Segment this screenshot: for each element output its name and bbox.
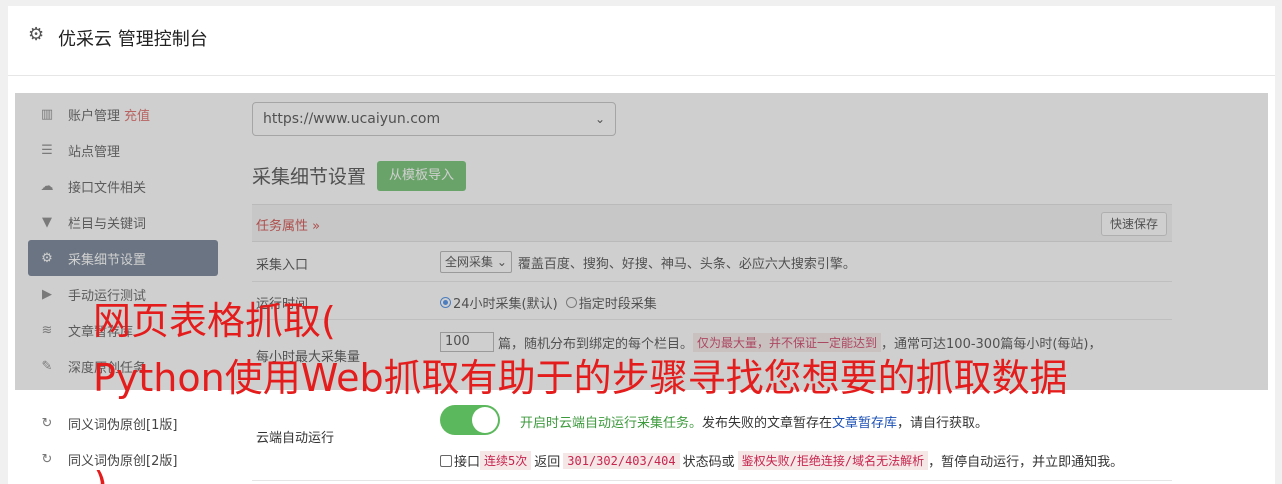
gear-icon: ⚙: [28, 24, 45, 45]
refresh-icon: ↻: [41, 415, 53, 431]
cloud-auto-run-toggle[interactable]: [440, 405, 500, 435]
sidebar-item-label: 同义词伪原创[1版]: [68, 417, 178, 433]
sidebar-item-synonym-v2[interactable]: ↻ 同义词伪原创[2版]: [28, 441, 218, 477]
article-storage-link[interactable]: 文章暂存库: [832, 416, 897, 431]
page-title: 优采云 管理控制台: [58, 29, 208, 50]
watermark-line-3: ): [93, 470, 108, 484]
refresh-icon: ↻: [41, 451, 53, 467]
pause-mid-1: 返回: [534, 455, 561, 470]
pause-hl-errors: 鉴权失败/拒绝连接/域名无法解析: [737, 451, 929, 470]
sidebar-item-synonym-v1[interactable]: ↻ 同义词伪原创[1版]: [28, 405, 218, 441]
pause-mid-2: 状态码或: [682, 455, 735, 470]
row-label: 云端自动运行: [256, 431, 335, 446]
cloud-desc: 开启时云端自动运行采集任务。发布失败的文章暂存在文章暂存库，请自行获取。: [520, 412, 988, 431]
cloud-desc-end: ，请自行获取。: [897, 416, 989, 431]
pause-end: ，暂停自动运行，并立即通知我。: [928, 455, 1124, 470]
top-header: ⚙ 优采云 管理控制台: [8, 6, 1275, 76]
sidebar-item-label: 同义词伪原创[2版]: [68, 453, 178, 469]
pause-hl-times: 连续5次: [480, 451, 532, 470]
sidebar-lower: ↻ 同义词伪原创[1版] ↻ 同义词伪原创[2版]: [28, 405, 218, 477]
modal-overlay: [15, 93, 1268, 390]
pause-checkbox[interactable]: [440, 454, 452, 467]
cloud-desc-mid: 发布失败的文章暂存在: [702, 416, 833, 431]
pause-label: 接口: [454, 455, 481, 470]
watermark-line-1: 网页表格抓取(: [93, 299, 336, 343]
cloud-desc-green: 开启时云端自动运行采集任务。: [520, 416, 703, 431]
watermark-line-2: Python使用Web抓取有助于的步骤寻找您想要的抓取数据: [93, 356, 1068, 400]
pause-hl-codes: 301/302/403/404: [563, 452, 680, 469]
row-cloud-auto-run: 云端自动运行 开启时云端自动运行采集任务。发布失败的文章暂存在文章暂存库，请自行…: [252, 395, 1172, 481]
pause-condition: 接口 连续5次 返回 301/302/403/404 状态码或 鉴权失败/拒绝连…: [440, 451, 1123, 470]
